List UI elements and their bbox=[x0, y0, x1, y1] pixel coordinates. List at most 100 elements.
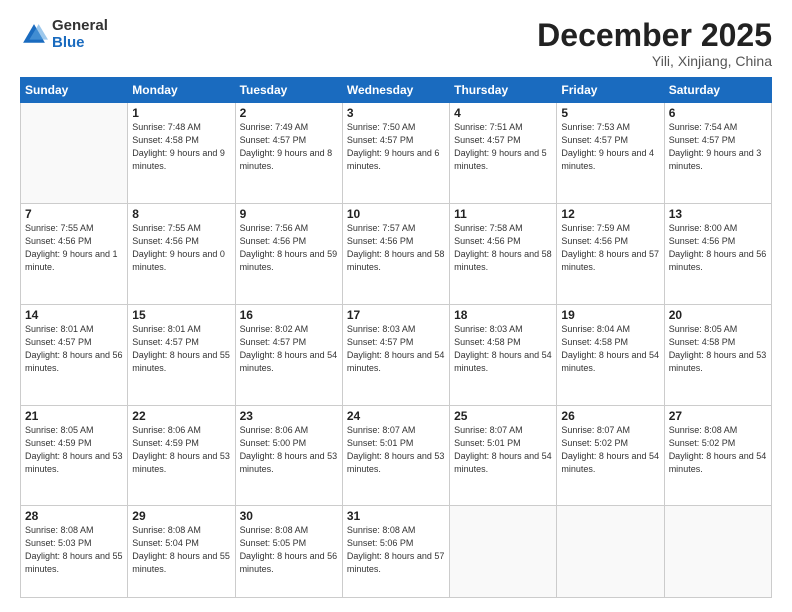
calendar-cell: 9Sunrise: 7:56 AM Sunset: 4:56 PM Daylig… bbox=[235, 203, 342, 304]
cell-sun-info: Sunrise: 7:58 AM Sunset: 4:56 PM Dayligh… bbox=[454, 222, 552, 274]
cell-sun-info: Sunrise: 7:56 AM Sunset: 4:56 PM Dayligh… bbox=[240, 222, 338, 274]
cell-sun-info: Sunrise: 8:07 AM Sunset: 5:01 PM Dayligh… bbox=[347, 424, 445, 476]
cell-sun-info: Sunrise: 7:53 AM Sunset: 4:57 PM Dayligh… bbox=[561, 121, 659, 173]
logo-blue: Blue bbox=[52, 35, 108, 52]
title-block: December 2025 Yili, Xinjiang, China bbox=[537, 18, 772, 69]
day-number: 8 bbox=[132, 207, 230, 221]
cell-sun-info: Sunrise: 7:48 AM Sunset: 4:58 PM Dayligh… bbox=[132, 121, 230, 173]
col-header-friday: Friday bbox=[557, 78, 664, 103]
cell-sun-info: Sunrise: 7:55 AM Sunset: 4:56 PM Dayligh… bbox=[25, 222, 123, 274]
cell-sun-info: Sunrise: 8:08 AM Sunset: 5:03 PM Dayligh… bbox=[25, 524, 123, 576]
day-number: 19 bbox=[561, 308, 659, 322]
calendar-week-0: 1Sunrise: 7:48 AM Sunset: 4:58 PM Daylig… bbox=[21, 103, 772, 204]
calendar-cell bbox=[21, 103, 128, 204]
calendar-cell: 8Sunrise: 7:55 AM Sunset: 4:56 PM Daylig… bbox=[128, 203, 235, 304]
calendar-cell: 2Sunrise: 7:49 AM Sunset: 4:57 PM Daylig… bbox=[235, 103, 342, 204]
day-number: 1 bbox=[132, 106, 230, 120]
day-number: 7 bbox=[25, 207, 123, 221]
calendar-cell: 10Sunrise: 7:57 AM Sunset: 4:56 PM Dayli… bbox=[342, 203, 449, 304]
calendar-cell: 18Sunrise: 8:03 AM Sunset: 4:58 PM Dayli… bbox=[450, 304, 557, 405]
day-number: 2 bbox=[240, 106, 338, 120]
calendar-cell: 28Sunrise: 8:08 AM Sunset: 5:03 PM Dayli… bbox=[21, 506, 128, 598]
day-number: 17 bbox=[347, 308, 445, 322]
location-subtitle: Yili, Xinjiang, China bbox=[537, 53, 772, 69]
cell-sun-info: Sunrise: 8:06 AM Sunset: 5:00 PM Dayligh… bbox=[240, 424, 338, 476]
cell-sun-info: Sunrise: 8:07 AM Sunset: 5:01 PM Dayligh… bbox=[454, 424, 552, 476]
col-header-thursday: Thursday bbox=[450, 78, 557, 103]
cell-sun-info: Sunrise: 8:01 AM Sunset: 4:57 PM Dayligh… bbox=[132, 323, 230, 375]
col-header-monday: Monday bbox=[128, 78, 235, 103]
logo: General Blue bbox=[20, 18, 108, 51]
calendar-cell: 29Sunrise: 8:08 AM Sunset: 5:04 PM Dayli… bbox=[128, 506, 235, 598]
cell-sun-info: Sunrise: 8:03 AM Sunset: 4:57 PM Dayligh… bbox=[347, 323, 445, 375]
calendar-cell: 17Sunrise: 8:03 AM Sunset: 4:57 PM Dayli… bbox=[342, 304, 449, 405]
calendar-cell: 19Sunrise: 8:04 AM Sunset: 4:58 PM Dayli… bbox=[557, 304, 664, 405]
cell-sun-info: Sunrise: 7:49 AM Sunset: 4:57 PM Dayligh… bbox=[240, 121, 338, 173]
calendar-cell: 23Sunrise: 8:06 AM Sunset: 5:00 PM Dayli… bbox=[235, 405, 342, 506]
logo-text: General Blue bbox=[52, 18, 108, 51]
calendar-cell bbox=[450, 506, 557, 598]
logo-icon bbox=[20, 21, 48, 49]
calendar-cell: 14Sunrise: 8:01 AM Sunset: 4:57 PM Dayli… bbox=[21, 304, 128, 405]
calendar-cell: 20Sunrise: 8:05 AM Sunset: 4:58 PM Dayli… bbox=[664, 304, 771, 405]
cell-sun-info: Sunrise: 8:08 AM Sunset: 5:05 PM Dayligh… bbox=[240, 524, 338, 576]
day-number: 13 bbox=[669, 207, 767, 221]
calendar-cell: 5Sunrise: 7:53 AM Sunset: 4:57 PM Daylig… bbox=[557, 103, 664, 204]
day-number: 16 bbox=[240, 308, 338, 322]
calendar-week-1: 7Sunrise: 7:55 AM Sunset: 4:56 PM Daylig… bbox=[21, 203, 772, 304]
day-number: 23 bbox=[240, 409, 338, 423]
logo-general: General bbox=[52, 18, 108, 35]
day-number: 25 bbox=[454, 409, 552, 423]
calendar-cell bbox=[557, 506, 664, 598]
cell-sun-info: Sunrise: 8:07 AM Sunset: 5:02 PM Dayligh… bbox=[561, 424, 659, 476]
day-number: 26 bbox=[561, 409, 659, 423]
calendar-cell: 26Sunrise: 8:07 AM Sunset: 5:02 PM Dayli… bbox=[557, 405, 664, 506]
day-number: 21 bbox=[25, 409, 123, 423]
cell-sun-info: Sunrise: 8:08 AM Sunset: 5:06 PM Dayligh… bbox=[347, 524, 445, 576]
cell-sun-info: Sunrise: 7:55 AM Sunset: 4:56 PM Dayligh… bbox=[132, 222, 230, 274]
calendar-cell: 3Sunrise: 7:50 AM Sunset: 4:57 PM Daylig… bbox=[342, 103, 449, 204]
cell-sun-info: Sunrise: 8:04 AM Sunset: 4:58 PM Dayligh… bbox=[561, 323, 659, 375]
calendar: SundayMondayTuesdayWednesdayThursdayFrid… bbox=[20, 77, 772, 598]
cell-sun-info: Sunrise: 8:08 AM Sunset: 5:04 PM Dayligh… bbox=[132, 524, 230, 576]
cell-sun-info: Sunrise: 8:05 AM Sunset: 4:58 PM Dayligh… bbox=[669, 323, 767, 375]
cell-sun-info: Sunrise: 8:00 AM Sunset: 4:56 PM Dayligh… bbox=[669, 222, 767, 274]
calendar-cell: 4Sunrise: 7:51 AM Sunset: 4:57 PM Daylig… bbox=[450, 103, 557, 204]
cell-sun-info: Sunrise: 7:59 AM Sunset: 4:56 PM Dayligh… bbox=[561, 222, 659, 274]
calendar-week-3: 21Sunrise: 8:05 AM Sunset: 4:59 PM Dayli… bbox=[21, 405, 772, 506]
day-number: 9 bbox=[240, 207, 338, 221]
cell-sun-info: Sunrise: 8:08 AM Sunset: 5:02 PM Dayligh… bbox=[669, 424, 767, 476]
calendar-week-2: 14Sunrise: 8:01 AM Sunset: 4:57 PM Dayli… bbox=[21, 304, 772, 405]
calendar-cell: 30Sunrise: 8:08 AM Sunset: 5:05 PM Dayli… bbox=[235, 506, 342, 598]
cell-sun-info: Sunrise: 7:51 AM Sunset: 4:57 PM Dayligh… bbox=[454, 121, 552, 173]
cell-sun-info: Sunrise: 7:50 AM Sunset: 4:57 PM Dayligh… bbox=[347, 121, 445, 173]
calendar-cell: 21Sunrise: 8:05 AM Sunset: 4:59 PM Dayli… bbox=[21, 405, 128, 506]
calendar-header-row: SundayMondayTuesdayWednesdayThursdayFrid… bbox=[21, 78, 772, 103]
day-number: 31 bbox=[347, 509, 445, 523]
cell-sun-info: Sunrise: 8:01 AM Sunset: 4:57 PM Dayligh… bbox=[25, 323, 123, 375]
day-number: 20 bbox=[669, 308, 767, 322]
calendar-cell bbox=[664, 506, 771, 598]
cell-sun-info: Sunrise: 8:05 AM Sunset: 4:59 PM Dayligh… bbox=[25, 424, 123, 476]
day-number: 24 bbox=[347, 409, 445, 423]
calendar-cell: 25Sunrise: 8:07 AM Sunset: 5:01 PM Dayli… bbox=[450, 405, 557, 506]
col-header-saturday: Saturday bbox=[664, 78, 771, 103]
cell-sun-info: Sunrise: 7:57 AM Sunset: 4:56 PM Dayligh… bbox=[347, 222, 445, 274]
month-title: December 2025 bbox=[537, 18, 772, 53]
col-header-wednesday: Wednesday bbox=[342, 78, 449, 103]
header: General Blue December 2025 Yili, Xinjian… bbox=[20, 18, 772, 69]
calendar-cell: 6Sunrise: 7:54 AM Sunset: 4:57 PM Daylig… bbox=[664, 103, 771, 204]
cell-sun-info: Sunrise: 8:02 AM Sunset: 4:57 PM Dayligh… bbox=[240, 323, 338, 375]
day-number: 28 bbox=[25, 509, 123, 523]
day-number: 14 bbox=[25, 308, 123, 322]
calendar-cell: 16Sunrise: 8:02 AM Sunset: 4:57 PM Dayli… bbox=[235, 304, 342, 405]
day-number: 18 bbox=[454, 308, 552, 322]
day-number: 29 bbox=[132, 509, 230, 523]
day-number: 5 bbox=[561, 106, 659, 120]
calendar-cell: 22Sunrise: 8:06 AM Sunset: 4:59 PM Dayli… bbox=[128, 405, 235, 506]
day-number: 30 bbox=[240, 509, 338, 523]
calendar-cell: 31Sunrise: 8:08 AM Sunset: 5:06 PM Dayli… bbox=[342, 506, 449, 598]
day-number: 10 bbox=[347, 207, 445, 221]
cell-sun-info: Sunrise: 7:54 AM Sunset: 4:57 PM Dayligh… bbox=[669, 121, 767, 173]
day-number: 22 bbox=[132, 409, 230, 423]
